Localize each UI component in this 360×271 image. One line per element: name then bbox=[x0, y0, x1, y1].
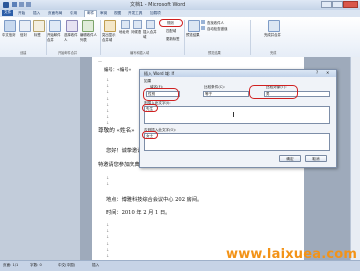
navigation-gutter bbox=[0, 57, 80, 260]
finish-merge-label: 完成并合并 bbox=[264, 33, 281, 37]
group-create-label: 创建 bbox=[20, 51, 27, 55]
page-count[interactable]: 页面: 1/1 bbox=[3, 263, 18, 268]
chinese-envelope-icon[interactable] bbox=[4, 20, 16, 32]
tab-file[interactable]: 文件 bbox=[2, 10, 14, 16]
dialog-section-label: 如果 bbox=[144, 79, 152, 83]
comparison-label: 比较条件(C): bbox=[204, 85, 225, 89]
rules-button[interactable]: 规则 bbox=[159, 19, 183, 27]
else-text-area[interactable]: 女士 bbox=[144, 133, 330, 151]
envelope-label: 信封 bbox=[20, 33, 27, 37]
site-watermark: www.laixuea.com bbox=[226, 247, 358, 262]
edit-recipient-list-icon[interactable] bbox=[82, 20, 94, 32]
tab-insert[interactable]: 插入 bbox=[33, 11, 40, 16]
doc-line-number: 编号：«编号» bbox=[104, 68, 132, 73]
title-bar: 文档1 - Microsoft Word bbox=[0, 0, 360, 10]
save-icon[interactable] bbox=[12, 2, 17, 7]
group-start-mail-merge-label: 开始邮件合并 bbox=[58, 51, 78, 55]
doc-line-salutation: 尊敬的 «姓名» bbox=[98, 128, 135, 134]
group-separator bbox=[250, 20, 251, 55]
group-separator bbox=[184, 20, 185, 55]
select-recipients-icon[interactable] bbox=[66, 20, 78, 32]
address-block-icon[interactable] bbox=[121, 20, 130, 29]
insert-merge-field-label: 插入合并域 bbox=[143, 30, 157, 39]
else-text-highlight bbox=[142, 131, 158, 139]
tab-developer[interactable]: 开发工具 bbox=[128, 11, 142, 16]
find-recipient-icon[interactable] bbox=[201, 20, 205, 24]
paragraph-marks: ↓ ↓ ↓ ↓ ↓ ↓ ↓ ↓ bbox=[106, 77, 110, 126]
redo-icon[interactable] bbox=[26, 2, 31, 7]
comparison-select[interactable]: 等于 bbox=[203, 91, 249, 97]
insert-merge-field-icon[interactable] bbox=[146, 20, 155, 29]
update-labels-button[interactable]: 更新标签 bbox=[166, 36, 180, 41]
highlight-merge-fields-label: 突出显示合并域 bbox=[102, 33, 116, 42]
tab-home[interactable]: 开始 bbox=[18, 11, 25, 16]
tab-review[interactable]: 审阅 bbox=[100, 11, 107, 16]
dialog-title-bar: 插入 Word 域: If ? ✕ bbox=[140, 70, 336, 77]
field-name-highlight bbox=[143, 88, 179, 101]
compare-to-highlight bbox=[249, 85, 298, 99]
start-mail-merge-icon[interactable] bbox=[49, 20, 61, 32]
preview-results-icon[interactable] bbox=[188, 20, 200, 32]
address-block-label: 地址块 bbox=[119, 30, 130, 34]
dialog-title: 插入 Word 域: If bbox=[144, 71, 175, 76]
insert-text-highlight bbox=[142, 104, 158, 112]
ruler-marks: — bbox=[98, 59, 102, 64]
ribbon: 中文信封 信封 标签 创建 开始邮件合并 选择收件人 编辑收件人列表 开始邮件合… bbox=[0, 17, 360, 58]
greeting-line-icon[interactable] bbox=[133, 20, 142, 29]
text-cursor bbox=[233, 112, 234, 117]
paragraph-marks: ↓ ↓ ↓ ↓ ↓ ↓ bbox=[106, 222, 110, 259]
group-finish-label: 完成 bbox=[270, 51, 277, 55]
ribbon-tabs: 文件 开始 插入 页面布局 引用 邮件 审阅 视图 开发工具 加载项 bbox=[0, 10, 360, 17]
rules-label: 规则 bbox=[167, 21, 174, 25]
group-preview-results-label: 预览结果 bbox=[208, 51, 221, 55]
tab-page-layout[interactable]: 页面布局 bbox=[48, 11, 62, 16]
highlight-merge-fields-icon[interactable] bbox=[104, 20, 116, 32]
tab-references[interactable]: 引用 bbox=[70, 11, 77, 16]
match-fields-button[interactable]: 匹配域 bbox=[166, 28, 176, 33]
doc-line-location: 地点：博雅科技综合会议中心 202 房间。 bbox=[106, 197, 203, 203]
auto-check-errors-label: 自动检查错误 bbox=[207, 27, 228, 31]
vertical-scrollbar[interactable] bbox=[350, 57, 360, 260]
preview-results-label: 预览结果 bbox=[186, 33, 200, 37]
greeting-line-label: 问候语 bbox=[131, 30, 142, 34]
envelope-icon[interactable] bbox=[19, 20, 31, 32]
language-indicator[interactable]: 中文(中国) bbox=[58, 263, 75, 268]
word-count[interactable]: 字数: 0 bbox=[30, 263, 42, 268]
group-separator bbox=[100, 20, 101, 55]
chinese-envelope-label: 中文信封 bbox=[2, 33, 16, 37]
help-icon[interactable]: ? bbox=[316, 70, 318, 75]
undo-icon[interactable] bbox=[19, 2, 24, 7]
doc-line-time: 时间：2010 年 2 月 1 日。 bbox=[106, 210, 171, 216]
window-title: 文档1 - Microsoft Word bbox=[130, 2, 186, 8]
insert-if-field-dialog: 插入 Word 域: If ? ✕ 如果 域名(F): 性别 比较条件(C): … bbox=[139, 69, 337, 168]
maximize-button[interactable] bbox=[332, 1, 343, 8]
labels-icon[interactable] bbox=[33, 20, 45, 32]
tab-mailings[interactable]: 邮件 bbox=[84, 10, 98, 17]
auto-check-errors-icon[interactable] bbox=[201, 26, 205, 30]
insert-text-area[interactable]: 先生 bbox=[144, 106, 330, 124]
cancel-button[interactable]: 取消 bbox=[305, 155, 327, 162]
doc-line-body2: 特邀请您参加庆典 bbox=[98, 162, 140, 168]
minimize-button[interactable] bbox=[321, 1, 332, 8]
paragraph-marks: ↓ ↓ bbox=[106, 175, 110, 187]
start-mail-merge-label: 开始邮件合并 bbox=[47, 33, 61, 42]
edit-recipient-list-label: 编辑收件人列表 bbox=[80, 33, 97, 42]
find-recipient-label: 查找收件人 bbox=[207, 21, 224, 25]
close-button[interactable] bbox=[343, 1, 358, 8]
select-recipients-label: 选择收件人 bbox=[64, 33, 78, 42]
labels-label: 标签 bbox=[34, 33, 41, 37]
word-logo-icon[interactable] bbox=[3, 2, 9, 8]
group-write-insert-label: 编写和插入域 bbox=[130, 51, 150, 55]
ok-button[interactable]: 确定 bbox=[279, 155, 301, 162]
tab-addins[interactable]: 加载项 bbox=[150, 11, 161, 16]
tab-view[interactable]: 视图 bbox=[114, 11, 121, 16]
dialog-close-icon[interactable]: ✕ bbox=[326, 70, 329, 75]
comparison-value: 等于 bbox=[205, 92, 213, 96]
insert-mode-indicator[interactable]: 插入 bbox=[92, 263, 99, 268]
finish-merge-icon[interactable] bbox=[268, 20, 280, 32]
